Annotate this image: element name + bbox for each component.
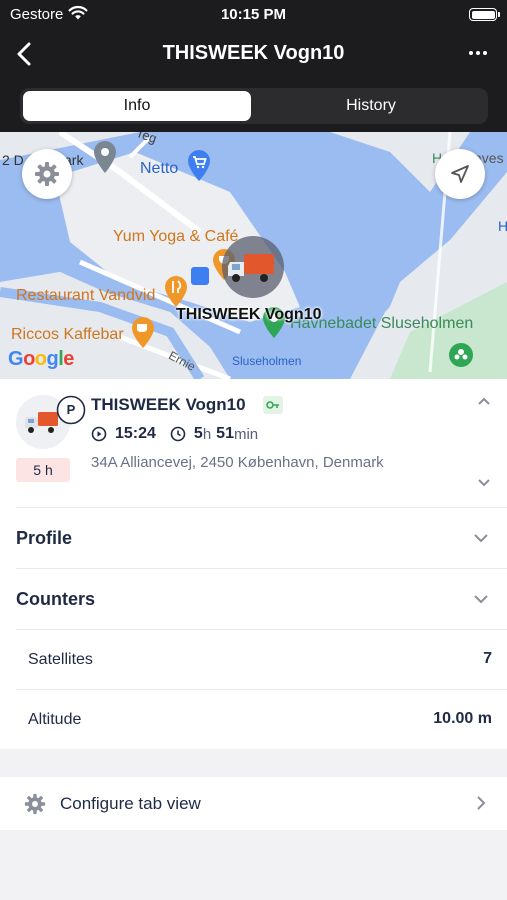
details-section: Profile Counters Satellites 7 Altitude 1… [0, 507, 507, 749]
counter-label: Satellites [28, 651, 93, 668]
elapsed-minutes: 51 [216, 425, 234, 442]
clock-icon [170, 426, 186, 442]
tab-info[interactable]: Info [23, 91, 251, 121]
vehicle-map-label: THISWEEK Vogn10 [176, 306, 322, 323]
chevron-up-icon [478, 397, 490, 405]
map-view[interactable]: 2 D ark Teg Netto H aves H Yum Yoga & Ca… [0, 132, 507, 379]
configure-tab-view-label: Configure tab view [60, 794, 201, 813]
profile-label: Profile [16, 528, 73, 548]
battery-icon [469, 8, 500, 21]
more-dot-icon [469, 51, 473, 55]
more-options-button[interactable] [463, 40, 493, 66]
counter-value: 7 [483, 650, 492, 667]
counter-row: Altitude 10.00 m [16, 689, 507, 749]
map-place-label: Sluseholmen [232, 354, 302, 368]
my-location-button[interactable] [435, 149, 485, 199]
segmented-control: Info History [20, 88, 488, 124]
back-button[interactable] [8, 36, 44, 72]
chevron-down-icon [478, 479, 490, 487]
map-pin-icon [92, 140, 118, 179]
more-dot-icon [483, 51, 487, 55]
tab-history[interactable]: History [257, 91, 485, 121]
vehicle-time: 15:24 [115, 425, 156, 442]
chevron-right-icon [475, 795, 487, 816]
map-place-label: Restaurant Vandvid [16, 287, 156, 304]
gear-icon [24, 793, 46, 820]
elapsed-hours-unit: h [202, 425, 212, 443]
key-icon [263, 396, 283, 414]
status-time: 10:15 PM [220, 6, 287, 23]
elapsed-hours: 5 [193, 425, 203, 442]
counter-row: Satellites 7 [16, 629, 507, 689]
counters-label: Counters [16, 589, 96, 609]
nav-bar: THISWEEK Vogn10 [0, 30, 507, 78]
map-place-label: Netto [140, 160, 179, 177]
profile-row[interactable]: Profile [16, 507, 507, 568]
duration-badge: 5 h [16, 458, 70, 482]
elapsed-minutes-unit: min [233, 425, 259, 443]
map-place-label: H [498, 218, 507, 234]
page-title: THISWEEK Vogn10 [162, 42, 345, 64]
chevron-down-icon [473, 530, 489, 551]
chevron-left-icon [17, 42, 31, 66]
google-logo: Google [8, 348, 74, 370]
counter-value: 10.00 m [433, 710, 492, 727]
configure-tab-view-row[interactable]: Configure tab view [0, 777, 507, 830]
map-settings-button[interactable] [22, 149, 72, 199]
shopping-cart-pin-icon [187, 150, 211, 187]
counter-label: Altitude [28, 711, 82, 728]
vehicle-address: 34A Alliancevej, 2450 København, Denmark [91, 454, 384, 471]
map-place-label: Riccos Kaffebar [11, 326, 124, 343]
map-place-label: 2 D [2, 152, 24, 168]
vehicle-marker[interactable] [222, 236, 284, 298]
parking-badge-label: P [66, 402, 76, 417]
info-pin-icon [191, 267, 209, 285]
truck-icon [228, 254, 274, 282]
top-bar: Gestore 10:15 PM THISWEEK Vogn10 Info Hi… [0, 0, 507, 132]
map-place-label: Yum Yoga & Café [113, 228, 239, 245]
play-circle-icon [91, 426, 107, 442]
vehicle-time-row: 15:24 5 h 51 min [91, 425, 258, 443]
status-bar: Gestore 10:15 PM [0, 0, 507, 28]
navigation-arrow-icon [451, 165, 469, 183]
gear-icon [35, 162, 59, 186]
park-pin-icon [448, 342, 474, 373]
expand-button[interactable] [477, 475, 491, 494]
parking-badge: P [56, 395, 86, 425]
more-dot-icon [476, 51, 480, 55]
chevron-down-icon [473, 591, 489, 612]
vehicle-name: THISWEEK Vogn10 [91, 395, 246, 414]
cafe-pin-icon [131, 317, 155, 354]
collapse-button[interactable] [477, 395, 491, 414]
counters-row[interactable]: Counters [16, 568, 507, 629]
